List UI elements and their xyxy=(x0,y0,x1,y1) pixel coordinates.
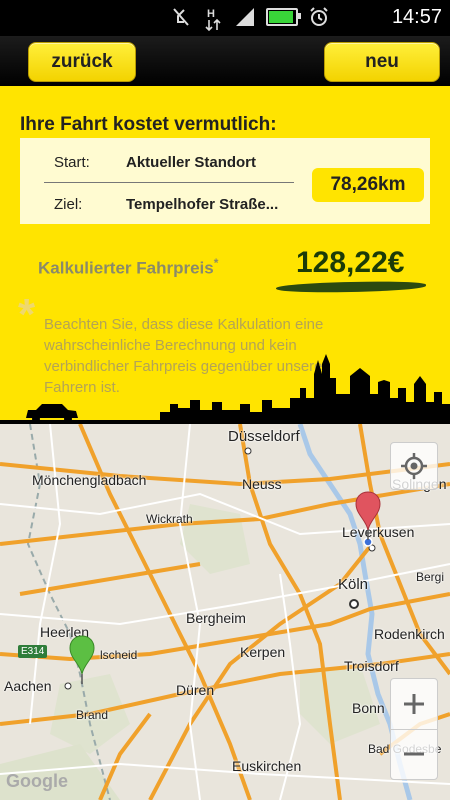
disclaimer-star: * xyxy=(18,290,36,339)
battery-icon xyxy=(266,8,301,26)
destination-label: Ziel: xyxy=(54,196,83,213)
plus-icon xyxy=(404,694,424,714)
city-label-euskirchen: Euskirchen xyxy=(232,758,302,774)
city-label-troisdorf: Troisdorf xyxy=(344,658,399,674)
fare-label-text: Kalkulierter Fahrpreis xyxy=(38,258,214,278)
city-label-bonn: Bonn xyxy=(352,700,385,716)
start-pin-icon[interactable] xyxy=(68,634,96,686)
google-attribution: Google xyxy=(6,771,68,791)
city-label-moenchengladbach: Mönchengladbach xyxy=(32,472,147,488)
city-label-neuss: Neuss xyxy=(242,476,282,492)
top-nav: zurück neu xyxy=(0,36,450,86)
city-label-wickrath: Wickrath xyxy=(146,512,193,526)
city-label-bergisch: Bergi xyxy=(416,570,445,584)
status-bar: H 14:57 xyxy=(0,0,450,36)
route-box: Start: Aktueller Standort Ziel: Tempelho… xyxy=(20,138,430,224)
city-label-bergheim: Bergheim xyxy=(186,610,246,626)
alarm-icon xyxy=(308,6,330,28)
fare-value: 128,22€ xyxy=(296,246,405,279)
mute-icon xyxy=(170,6,192,28)
crosshair-icon xyxy=(401,453,427,479)
clock: 14:57 xyxy=(391,6,442,28)
city-label-kerpen: Kerpen xyxy=(240,644,286,660)
destination-pin-icon[interactable] xyxy=(354,490,382,548)
fare-heading: Ihre Fahrt kostet vermutlich: xyxy=(20,114,277,135)
new-button[interactable]: neu xyxy=(324,42,440,82)
start-label: Start: xyxy=(54,154,90,171)
city-label-duesseldorf: Düsseldorf xyxy=(228,428,300,445)
fare-underline xyxy=(275,280,427,294)
zoom-controls xyxy=(390,678,438,780)
data-arrows-icon: H xyxy=(202,6,224,32)
zoom-out-button[interactable] xyxy=(391,729,437,779)
fare-panel: Ihre Fahrt kostet vermutlich: Start: Akt… xyxy=(0,86,450,424)
svg-text:H: H xyxy=(207,8,215,20)
route-divider xyxy=(44,182,294,183)
city-label-rodenkirchen: Rodenkirch xyxy=(374,626,445,642)
distance-badge: 78,26km xyxy=(312,168,424,202)
back-button[interactable]: zurück xyxy=(28,42,136,82)
status-icons: H xyxy=(170,6,330,32)
minus-icon xyxy=(404,752,424,756)
city-label-brand: Brand xyxy=(76,708,109,722)
city-label-aachen: Aachen xyxy=(4,678,52,694)
route-map[interactable]: Düsseldorf Mönchengladbach Neuss Solinge… xyxy=(0,424,450,800)
zoom-in-button[interactable] xyxy=(391,679,437,730)
fare-label-star: * xyxy=(213,256,219,270)
my-location-button[interactable] xyxy=(390,442,438,490)
road-badge-e314: E314 xyxy=(18,645,48,658)
city-label-dueren: Düren xyxy=(176,682,215,698)
destination-value: Tempelhofer Straße... xyxy=(126,196,279,213)
signal-icon xyxy=(234,6,256,28)
city-label-koeln: Köln xyxy=(338,576,369,593)
city-label-kerkrade: lscheid xyxy=(100,648,138,662)
city-skyline-illustration xyxy=(0,354,450,424)
start-value: Aktueller Standort xyxy=(126,154,257,171)
fare-label: Kalkulierter Fahrpreis* xyxy=(38,256,218,279)
